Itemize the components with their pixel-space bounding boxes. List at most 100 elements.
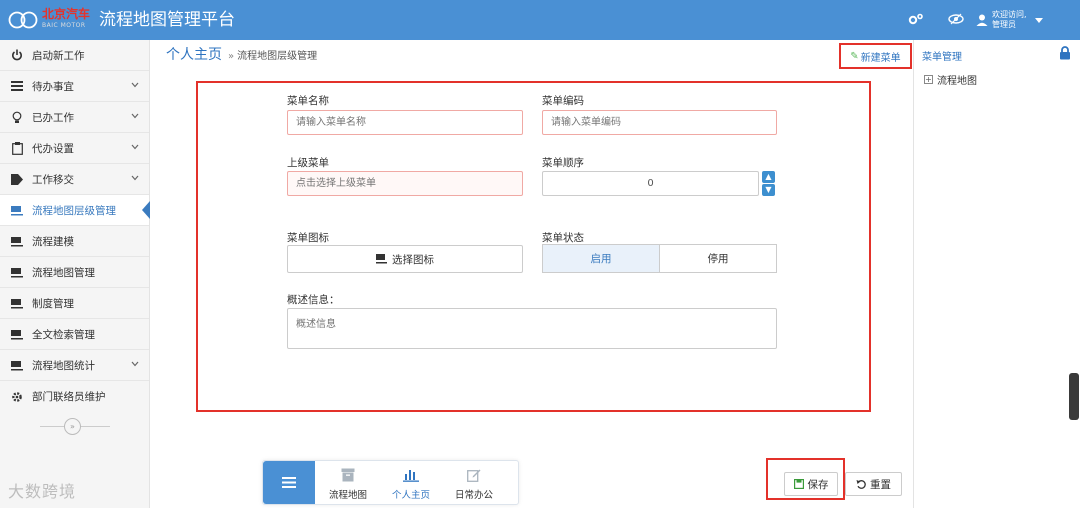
sidebar-item-label: 待办事宜 — [32, 80, 74, 93]
top-bar: 北京汽车 BAIC MOTOR 流程地图管理平台 欢迎访问, 管理员 — [0, 0, 1080, 40]
save-button[interactable]: 保存 — [784, 472, 838, 496]
sidebar: 启动新工作 待办事宜 已办工作 代办设置 工作移交 流程地图层级管理 流程建模 … — [0, 40, 150, 508]
cup-icon — [10, 234, 24, 248]
bottom-nav-daily-office[interactable]: 日常办公 — [447, 465, 501, 503]
tree-node-process-map[interactable]: + 流程地图 — [924, 72, 977, 87]
power-icon — [10, 48, 24, 62]
sidebar-item-label: 工作移交 — [32, 173, 74, 186]
archive-icon — [321, 465, 375, 485]
chevron-down-icon[interactable]: ▼ — [762, 184, 775, 196]
cup-icon — [10, 203, 24, 217]
hamburger-icon — [282, 477, 296, 488]
baic-logo-icon — [8, 11, 38, 29]
menu-tree-panel: 菜单管理 + 流程地图 — [913, 40, 1080, 508]
user-greeting: 欢迎访问, — [992, 10, 1027, 19]
menu-code-input[interactable] — [542, 110, 777, 135]
sidebar-item-map-management[interactable]: 流程地图管理 — [0, 257, 149, 288]
user-menu[interactable]: 欢迎访问, 管理员 — [976, 5, 1043, 35]
chevron-up-icon[interactable]: ▲ — [762, 171, 775, 183]
list-icon — [10, 79, 24, 93]
sidebar-item-dept-liaison[interactable]: 部门联络员维护 — [0, 381, 149, 412]
sidebar-item-label: 制度管理 — [32, 297, 74, 310]
brand-name: 北京汽车 — [42, 7, 91, 21]
watermark: 大数跨境 — [8, 482, 77, 501]
menu-icon-label: 菜单图标 — [287, 232, 329, 244]
breadcrumb-separator: » — [228, 51, 235, 62]
description-label: 概述信息： — [287, 294, 340, 306]
panel-title: 菜单管理 — [922, 52, 962, 63]
chevron-down-icon — [131, 175, 139, 181]
edit-icon: ✎ — [850, 50, 859, 62]
sidebar-item-label: 流程地图管理 — [32, 266, 95, 279]
sidebar-item-label: 流程地图层级管理 — [32, 204, 116, 217]
menu-form: 菜单名称 菜单编码 上级菜单 菜单顺序 0 ▲ ▼ 菜单图标 选择图标 菜单状态… — [196, 81, 871, 412]
tag-icon — [10, 172, 24, 186]
sidebar-item-fulltext-search[interactable]: 全文检索管理 — [0, 319, 149, 350]
cup-icon — [10, 296, 24, 310]
lock-icon[interactable] — [1059, 46, 1071, 60]
collapse-sidebar-button[interactable]: » — [64, 418, 81, 435]
reset-button[interactable]: 重置 — [845, 472, 902, 496]
settings-gears-icon[interactable] — [907, 12, 925, 28]
bar-chart-icon — [384, 465, 438, 485]
reset-label: 重置 — [870, 478, 891, 491]
sidebar-item-label: 全文检索管理 — [32, 328, 95, 341]
sidebar-item-start-work[interactable]: 启动新工作 — [0, 40, 149, 71]
menu-order-input[interactable]: 0 — [542, 171, 759, 196]
cup-icon — [10, 265, 24, 279]
bottom-nav-home[interactable]: 个人主页 — [384, 465, 438, 503]
sidebar-item-todo[interactable]: 待办事宜 — [0, 71, 149, 102]
status-enabled-option[interactable]: 启用 — [543, 245, 660, 272]
side-drawer-handle[interactable] — [1069, 373, 1079, 420]
parent-menu-picker[interactable] — [287, 171, 523, 196]
menu-button[interactable] — [263, 461, 315, 504]
sidebar-item-label: 代办设置 — [32, 142, 74, 155]
user-label: 欢迎访问, 管理员 — [992, 10, 1027, 30]
cup-icon — [376, 254, 387, 264]
bottom-nav-label: 日常办公 — [454, 490, 493, 501]
gear-icon — [10, 390, 24, 404]
menu-name-label: 菜单名称 — [287, 95, 329, 107]
cup-icon — [10, 327, 24, 341]
menu-status-toggle: 启用 停用 — [542, 244, 777, 273]
bottom-nav-label: 个人主页 — [391, 490, 430, 501]
user-name: 管理员 — [992, 20, 1016, 29]
sidebar-item-proxy-settings[interactable]: 代办设置 — [0, 133, 149, 164]
menu-status-label: 菜单状态 — [542, 232, 584, 244]
select-icon-button[interactable]: 选择图标 — [287, 245, 523, 273]
bottom-nav: 流程地图 个人主页 日常办公 — [262, 460, 519, 505]
breadcrumb: 个人主页 » 流程地图层级管理 — [166, 44, 317, 66]
sidebar-item-map-hierarchy[interactable]: 流程地图层级管理 — [0, 195, 150, 226]
sidebar-item-process-modeling[interactable]: 流程建模 — [0, 226, 149, 257]
description-textarea[interactable] — [287, 308, 777, 349]
sidebar-item-label: 流程地图统计 — [32, 359, 95, 372]
app-title: 流程地图管理平台 — [99, 10, 235, 30]
user-icon — [976, 14, 988, 26]
cup-icon — [10, 358, 24, 372]
sidebar-item-map-statistics[interactable]: 流程地图统计 — [0, 350, 149, 381]
parent-menu-label: 上级菜单 — [287, 157, 329, 169]
sidebar-item-label: 流程建模 — [32, 235, 74, 248]
sidebar-item-done[interactable]: 已办工作 — [0, 102, 149, 133]
sidebar-item-label: 部门联络员维护 — [32, 391, 106, 403]
eye-icon[interactable] — [947, 12, 965, 28]
edit-icon — [447, 465, 501, 485]
new-menu-label: 新建菜单 — [860, 52, 901, 64]
save-label: 保存 — [807, 478, 829, 491]
expand-icon[interactable]: + — [924, 75, 933, 84]
status-disabled-option[interactable]: 停用 — [660, 245, 776, 272]
bottom-nav-process-map[interactable]: 流程地图 — [321, 465, 375, 503]
chevron-down-icon — [131, 113, 139, 119]
sidebar-item-policy-management[interactable]: 制度管理 — [0, 288, 149, 319]
tree-node-label: 流程地图 — [937, 76, 977, 87]
sidebar-item-handover[interactable]: 工作移交 — [0, 164, 149, 195]
floppy-disk-icon — [793, 479, 804, 489]
clipboard-icon — [10, 141, 24, 155]
menu-code-label: 菜单编码 — [542, 95, 584, 107]
menu-name-input[interactable] — [287, 110, 523, 135]
breadcrumb-home-link[interactable]: 个人主页 — [166, 44, 222, 64]
sidebar-item-label: 已办工作 — [32, 111, 74, 124]
new-menu-button[interactable]: ✎ 新建菜单 — [839, 43, 912, 69]
menu-order-stepper: ▲ ▼ — [762, 171, 775, 196]
chevron-down-icon — [131, 361, 139, 367]
